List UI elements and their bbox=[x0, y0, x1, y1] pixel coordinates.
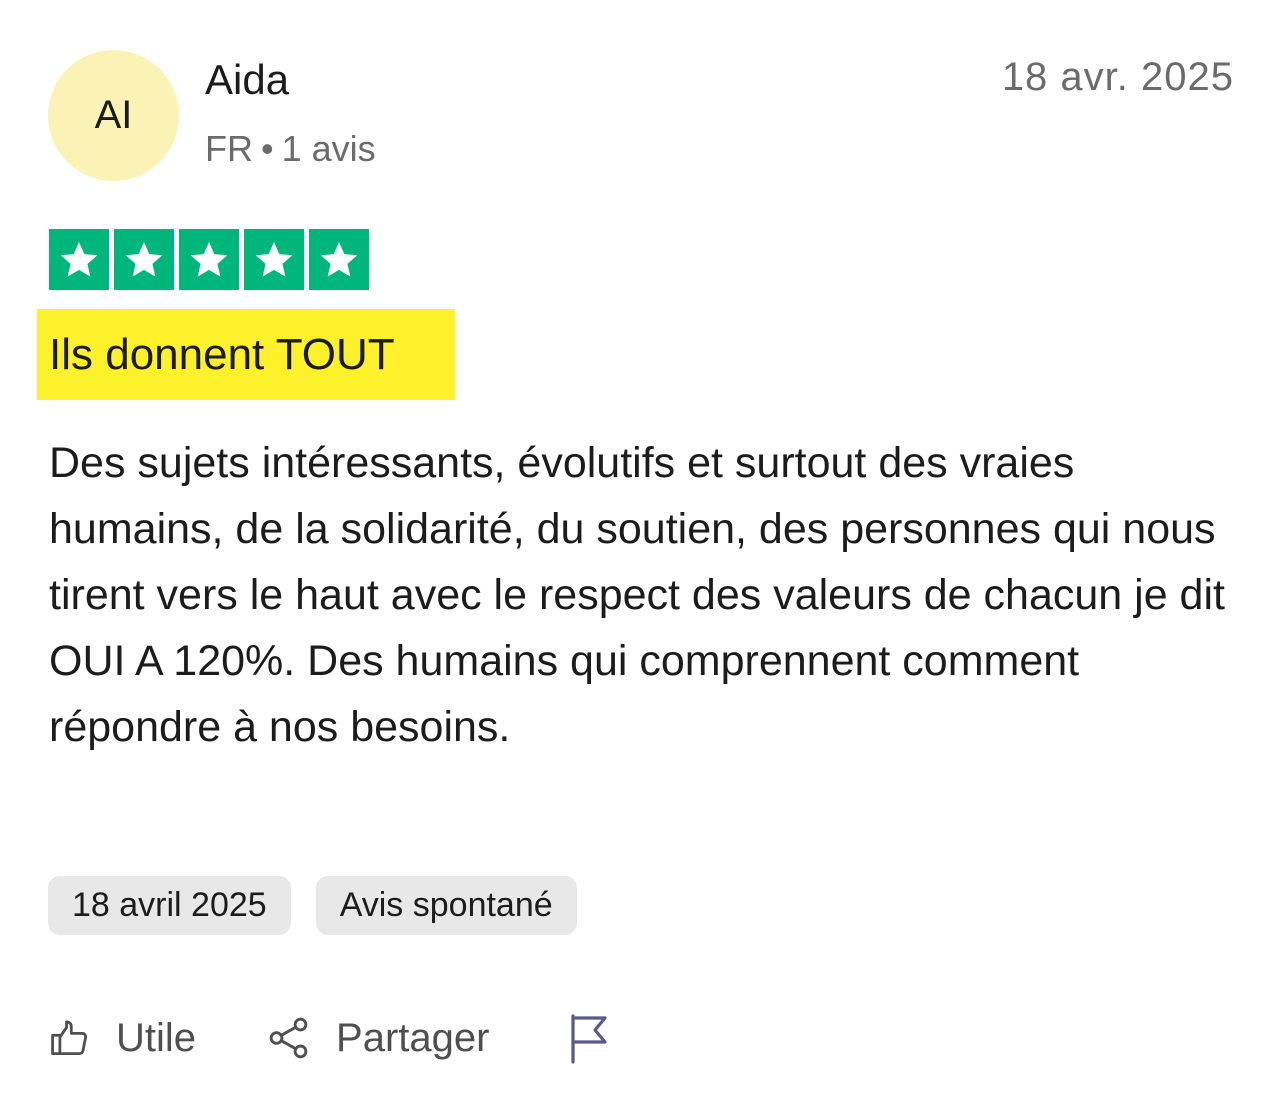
avatar-initials: AI bbox=[94, 93, 133, 137]
review-card: AI Aida FR • 1 avis 18 avr. 2025 Ils donne… bbox=[0, 0, 1284, 1114]
avatar[interactable]: AI bbox=[48, 50, 179, 181]
thumbs-up-icon bbox=[48, 1016, 92, 1060]
star-icon bbox=[49, 229, 109, 290]
share-button[interactable]: Partager bbox=[266, 1015, 489, 1061]
star-icon bbox=[244, 229, 304, 290]
meta-separator: • bbox=[261, 128, 274, 169]
review-date: 18 avr. 2025 bbox=[1001, 55, 1234, 99]
reviewer-review-count: 1 avis bbox=[281, 128, 376, 169]
experience-date-tag: 18 avril 2025 bbox=[48, 876, 291, 935]
useful-label: Utile bbox=[116, 1015, 197, 1060]
star-rating bbox=[49, 229, 369, 290]
star-icon bbox=[309, 229, 369, 290]
review-title[interactable]: Ils donnent TOUT bbox=[37, 309, 455, 400]
share-icon bbox=[266, 1015, 312, 1061]
review-tags: 18 avril 2025 Avis spontané bbox=[48, 876, 577, 935]
star-icon bbox=[179, 229, 239, 290]
star-icon bbox=[114, 229, 174, 290]
reviewer-meta: FR • 1 avis bbox=[205, 128, 376, 170]
reviewer-name[interactable]: Aida bbox=[205, 56, 289, 104]
review-actions: Utile Partager bbox=[48, 1008, 611, 1068]
useful-button[interactable]: Utile bbox=[48, 1016, 196, 1061]
report-button[interactable] bbox=[567, 1012, 611, 1064]
share-label: Partager bbox=[336, 1015, 490, 1060]
review-title-text: Ils donnent TOUT bbox=[49, 329, 395, 379]
review-body: Des sujets intéressants, évolutifs et su… bbox=[49, 439, 1225, 751]
reviewer-country: FR bbox=[205, 128, 253, 169]
flag-icon bbox=[567, 1012, 611, 1064]
review-type-tag[interactable]: Avis spontané bbox=[315, 876, 577, 935]
